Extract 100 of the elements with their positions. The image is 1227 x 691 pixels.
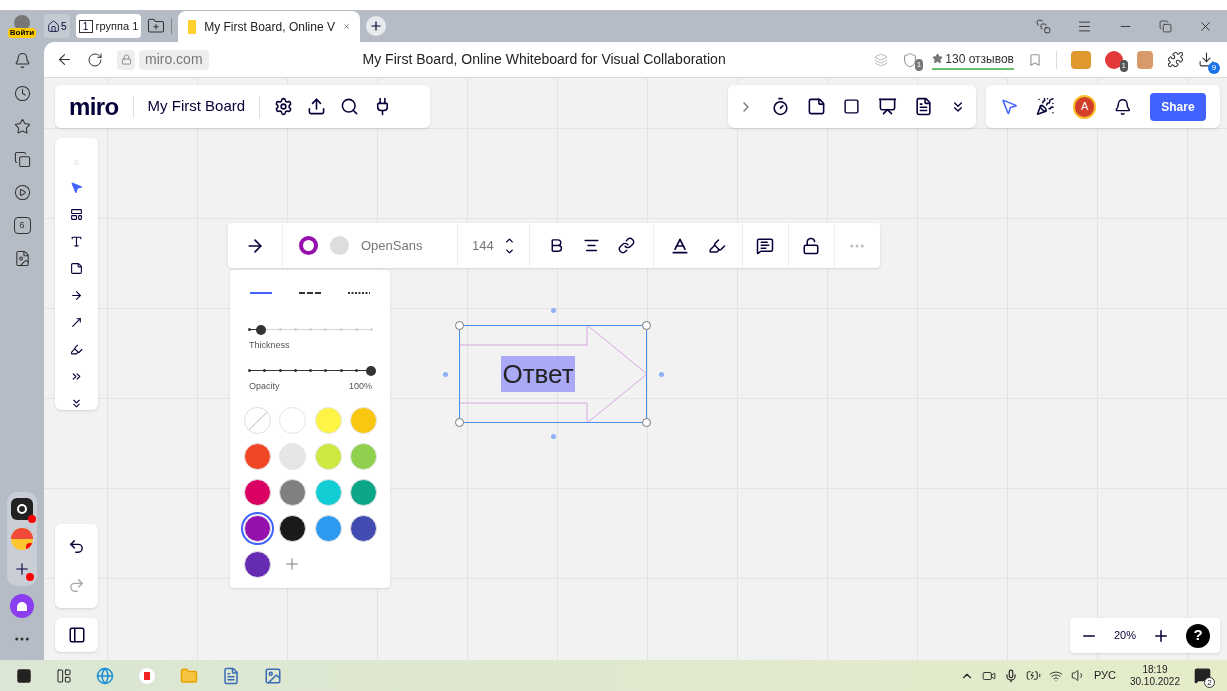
- thickness-label: Thickness: [248, 339, 291, 352]
- board-canvas[interactable]: miro My First Board A Share OpenSans 144 Thickness Opacity 100% Ответ 20% ?: [44, 78, 1227, 660]
- shield-icon[interactable]: [902, 51, 919, 68]
- download-icon[interactable]: [1198, 51, 1215, 68]
- notification-icon[interactable]: [1194, 667, 1211, 684]
- tab-group-button[interactable]: 1 группа 1: [75, 14, 142, 38]
- document-icon[interactable]: [222, 666, 240, 685]
- color-swatch[interactable]: [314, 407, 342, 434]
- new-group-icon[interactable]: [147, 17, 166, 35]
- reviews-link[interactable]: 130 отзывов: [932, 49, 1014, 70]
- slider-thumb[interactable]: [366, 365, 376, 376]
- shield-badge: 1: [914, 58, 924, 71]
- color-swatch[interactable]: [349, 443, 377, 470]
- zoom-level[interactable]: 20%: [1114, 627, 1136, 644]
- color-swatch[interactable]: [244, 515, 271, 542]
- color-swatch[interactable]: [279, 515, 307, 542]
- tabs-icon[interactable]: [1036, 18, 1051, 34]
- tab-group-count: 1: [78, 19, 93, 33]
- notification-count: 2: [1204, 677, 1215, 688]
- resize-handle[interactable]: [642, 418, 651, 427]
- color-swatch[interactable]: [314, 515, 342, 542]
- dashed-line-option[interactable]: [299, 290, 321, 296]
- sign-in-label[interactable]: Войти: [7, 27, 37, 38]
- border-color-icon[interactable]: [299, 236, 318, 255]
- tab-title: My First Board, Online V: [204, 18, 335, 36]
- image-icon[interactable]: [13, 250, 31, 267]
- tab-group-label: группа 1: [95, 18, 139, 34]
- user-avatar[interactable]: A: [1072, 94, 1097, 119]
- color-swatch[interactable]: [279, 443, 307, 470]
- comment-icon[interactable]: [756, 236, 775, 255]
- browser-tab[interactable]: My First Board, Online V: [178, 10, 361, 43]
- wifi-icon[interactable]: [1048, 668, 1063, 683]
- color-swatch[interactable]: [244, 443, 271, 470]
- font-size-field[interactable]: 144: [472, 235, 494, 256]
- search-icon[interactable]: [340, 97, 360, 116]
- align-center-icon[interactable]: [582, 237, 600, 254]
- share-button[interactable]: Share: [1149, 92, 1206, 121]
- resize-handle[interactable]: [455, 418, 464, 427]
- panel-icon[interactable]: [67, 626, 86, 644]
- color-swatch[interactable]: [279, 407, 307, 434]
- opacity-reading: 100%: [348, 379, 372, 393]
- image-icon[interactable]: [264, 666, 282, 685]
- color-swatch[interactable]: [314, 443, 342, 470]
- help-button[interactable]: ?: [1186, 623, 1210, 648]
- settings-icon[interactable]: [274, 97, 294, 116]
- color-swatch[interactable]: [349, 515, 377, 542]
- board-title[interactable]: My First Board: [147, 95, 246, 118]
- color-swatch[interactable]: [349, 407, 377, 434]
- restore-icon[interactable]: [1159, 19, 1172, 33]
- home-tab-button[interactable]: 5: [44, 14, 70, 38]
- bookmark-icon[interactable]: [1028, 52, 1042, 67]
- battery-icon[interactable]: [1025, 668, 1041, 683]
- page-title: My First Board, Online Whiteboard for Visual Collaboration: [362, 50, 726, 69]
- upload-icon[interactable]: [307, 97, 327, 116]
- clock-icon[interactable]: [13, 85, 31, 102]
- extensions-icon[interactable]: [1167, 51, 1184, 68]
- solid-line-option[interactable]: [250, 290, 272, 296]
- link-icon[interactable]: [617, 237, 635, 254]
- address-field[interactable]: miro.com: [139, 49, 209, 70]
- color-swatch[interactable]: [349, 479, 377, 506]
- font-family-dropdown[interactable]: OpenSans: [361, 235, 441, 256]
- resize-handle[interactable]: [455, 321, 464, 330]
- miro-logo[interactable]: miro: [69, 88, 119, 125]
- color-swatch[interactable]: [244, 479, 271, 506]
- clock-time[interactable]: 18:19: [1142, 663, 1168, 676]
- star-icon: [932, 53, 944, 64]
- camera-app-icon[interactable]: [11, 498, 33, 520]
- resize-handle[interactable]: [642, 321, 651, 330]
- star-icon[interactable]: [13, 118, 31, 135]
- tab-counter-badge[interactable]: 6: [13, 217, 31, 234]
- menu-icon[interactable]: [1077, 18, 1092, 34]
- presentation-icon[interactable]: [877, 97, 897, 116]
- play-icon[interactable]: [13, 184, 31, 201]
- task-view-icon[interactable]: [56, 667, 72, 684]
- reload-icon[interactable]: [87, 51, 103, 68]
- color-swatch[interactable]: [244, 551, 271, 578]
- slider-thumb[interactable]: [256, 325, 267, 335]
- shape-text[interactable]: Ответ: [501, 356, 575, 392]
- fill-color-icon[interactable]: [330, 236, 349, 255]
- notifications-icon[interactable]: [1114, 97, 1132, 116]
- timer-icon[interactable]: [771, 97, 791, 116]
- notes-icon[interactable]: [913, 97, 933, 116]
- collections-icon[interactable]: [13, 151, 31, 168]
- lock-button[interactable]: [117, 49, 135, 70]
- color-swatch[interactable]: [279, 479, 307, 506]
- undo-icon[interactable]: [68, 538, 85, 555]
- back-icon[interactable]: [56, 51, 73, 68]
- microphone-icon[interactable]: [1003, 668, 1018, 683]
- reviews-count[interactable]: 130 отзывов: [945, 49, 1014, 68]
- bell-icon[interactable]: [13, 52, 31, 69]
- dotted-line-option[interactable]: [348, 290, 370, 296]
- highlighter-icon[interactable]: [707, 236, 726, 255]
- browser-icon[interactable]: [96, 666, 114, 685]
- color-swatch[interactable]: [314, 479, 342, 506]
- unlock-icon[interactable]: [802, 236, 821, 255]
- house-icon: [47, 19, 60, 33]
- cursor-icon[interactable]: [1000, 97, 1019, 116]
- party-popper-icon[interactable]: [1036, 97, 1055, 116]
- language-indicator[interactable]: РУС: [1093, 667, 1116, 684]
- clock-date[interactable]: 30.10.2022: [1129, 675, 1180, 688]
